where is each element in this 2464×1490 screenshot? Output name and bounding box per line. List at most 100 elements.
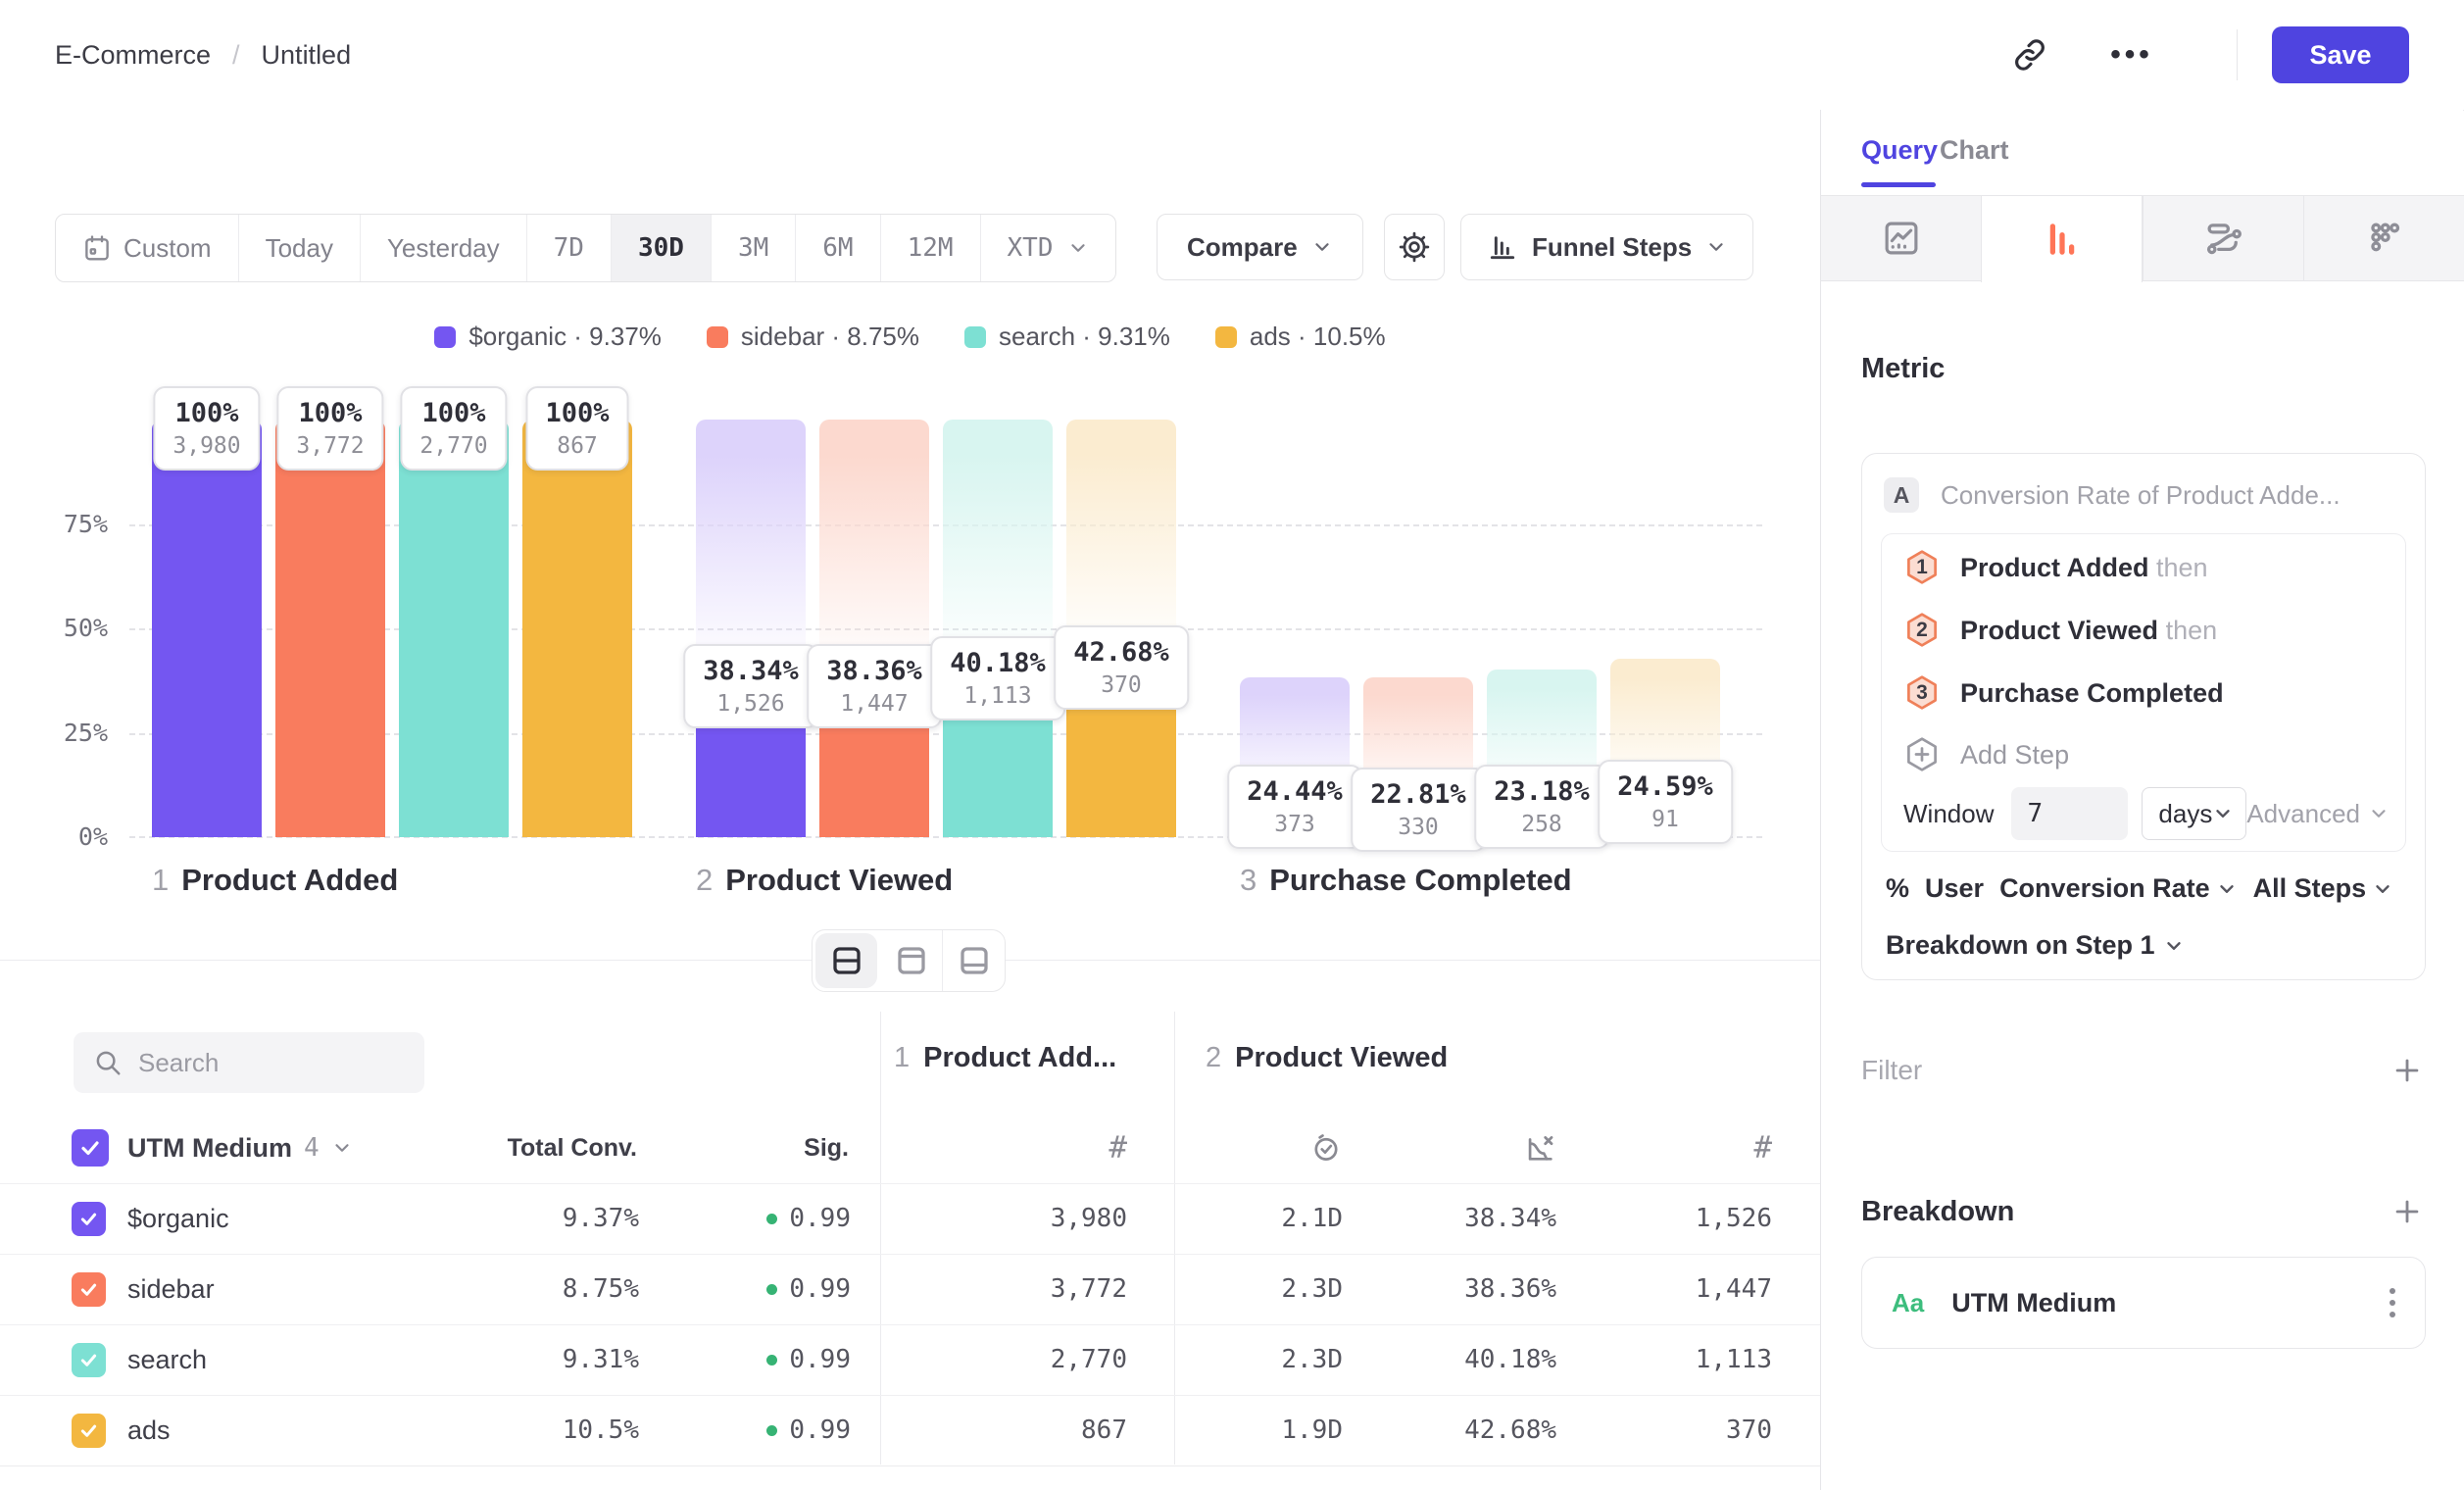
tab-query[interactable]: Query (1861, 135, 1938, 166)
breakdown-column-header[interactable]: UTM Medium 4 (127, 1127, 353, 1168)
total-conv-column-header[interactable]: Total Conv. (421, 1127, 637, 1168)
table-step2-group-header: 2 Product Viewed (1206, 1042, 1448, 1074)
range-12m[interactable]: 12M (881, 215, 981, 281)
add-filter-button[interactable] (2390, 1054, 2424, 1087)
range-xtd[interactable]: XTD (981, 215, 1115, 281)
sig-dot (766, 1425, 777, 1436)
measure-symbol[interactable]: % (1886, 873, 1909, 904)
window-unit-select[interactable]: days (2142, 787, 2246, 840)
funnel-bar[interactable] (522, 420, 632, 837)
legend-item[interactable]: search · 9.31% (964, 322, 1170, 352)
select-all-checkbox[interactable] (72, 1127, 109, 1168)
funnel-step-item[interactable]: 2 Product Viewed then (1903, 599, 2217, 662)
bar-value-label: 100%3,772 (276, 386, 383, 471)
breadcrumb-page-title[interactable]: Untitled (262, 40, 352, 71)
range-custom[interactable]: Custom (56, 215, 239, 281)
funnel-step-label: 2Product Viewed (696, 863, 953, 898)
row-total-conv: 8.75% (431, 1255, 639, 1324)
range-today[interactable]: Today (239, 215, 361, 281)
funnel-bar[interactable] (152, 420, 262, 837)
row-name[interactable]: sidebar (127, 1255, 215, 1324)
legend-item[interactable]: ads · 10.5% (1215, 322, 1386, 352)
row-sig: 0.99 (627, 1325, 851, 1395)
avg-time-column-header[interactable] (1245, 1127, 1343, 1168)
bar-value-label: 23.18%258 (1474, 765, 1609, 849)
layout-table-only-icon (957, 943, 992, 978)
funnel-bar[interactable] (399, 420, 509, 837)
breakdown-on-dropdown[interactable]: Breakdown on Step 1 (1886, 930, 2185, 961)
row-name[interactable]: $organic (127, 1184, 229, 1254)
row-step2-count: 1,113 (1566, 1325, 1772, 1395)
funnel-step-item[interactable]: 3 Purchase Completed (1903, 662, 2224, 724)
bar-value-label: 40.18%1,113 (930, 636, 1065, 720)
funnel-steps-card: 1 Product Added then 2 Product Viewed th… (1881, 533, 2406, 852)
layout-toggle-split[interactable] (815, 933, 877, 988)
legend-swatch (964, 326, 986, 348)
funnel-step-label: 1Product Added (152, 863, 398, 898)
range-7d[interactable]: 7D (527, 215, 612, 281)
add-step-button[interactable]: Add Step (1903, 728, 2069, 781)
hexagon-plus-icon (1903, 735, 1941, 774)
chart-settings-button[interactable] (1384, 214, 1445, 280)
row-avg-time: 2.3D (1137, 1255, 1343, 1324)
report-type-funnels[interactable] (1981, 196, 2143, 282)
step2-count-column-header[interactable]: # (1674, 1127, 1772, 1168)
breakdown-section: Breakdown (1861, 1188, 2424, 1235)
breadcrumb-project[interactable]: E-Commerce (55, 40, 211, 71)
layout-toggle-chart-only[interactable] (880, 930, 942, 991)
table-search-input[interactable]: Search (74, 1032, 424, 1093)
kebab-menu-icon[interactable] (2390, 1288, 2395, 1317)
row-conv-rate: 40.18% (1351, 1325, 1556, 1395)
breakdown-item[interactable]: Aa UTM Medium (1861, 1257, 2426, 1349)
row-name[interactable]: search (127, 1325, 207, 1395)
report-type-flows[interactable] (2143, 196, 2303, 280)
advanced-toggle[interactable]: Advanced (2246, 799, 2390, 829)
add-breakdown-button[interactable] (2390, 1195, 2424, 1228)
filter-section: Filter (1861, 1049, 2424, 1092)
metric-series-row[interactable]: A Conversion Rate of Product Adde... (1884, 477, 2341, 513)
step1-count-column-header[interactable]: # (1029, 1127, 1127, 1168)
series-title: Conversion Rate of Product Adde... (1941, 480, 2341, 511)
row-conv-rate: 42.68% (1351, 1396, 1556, 1465)
step-number-hexagon: 3 (1903, 673, 1941, 713)
y-axis-tick: 0% (29, 822, 108, 851)
bar-value-label: 42.68%370 (1054, 625, 1189, 710)
step-number-hexagon: 1 (1903, 548, 1941, 587)
measure-entity[interactable]: User (1925, 873, 1984, 904)
window-value-input[interactable]: 7 (2011, 787, 2128, 840)
row-checkbox[interactable] (72, 1343, 106, 1377)
chart-type-selector[interactable]: Funnel Steps (1460, 214, 1753, 280)
copy-link-button[interactable] (2003, 30, 2056, 79)
report-type-insights[interactable] (1821, 196, 1981, 280)
row-avg-time: 2.3D (1137, 1325, 1343, 1395)
row-checkbox[interactable] (72, 1202, 106, 1236)
conv-rate-column-header[interactable] (1458, 1127, 1556, 1168)
range-3m[interactable]: 3M (712, 215, 796, 281)
row-sig: 0.99 (627, 1184, 851, 1254)
row-total-conv: 9.31% (431, 1325, 639, 1395)
measure-metric-dropdown[interactable]: Conversion Rate (1999, 873, 2238, 904)
range-6m[interactable]: 6M (796, 215, 880, 281)
table-row: $organic 9.37% 0.99 3,980 2.1D 38.34% 1,… (0, 1184, 1820, 1255)
sig-column-header[interactable]: Sig. (629, 1127, 849, 1168)
save-button[interactable]: Save (2272, 26, 2409, 83)
layout-toggle-table-only[interactable] (942, 930, 1005, 991)
row-name[interactable]: ads (127, 1396, 171, 1465)
more-options-button[interactable]: ••• (2105, 30, 2158, 79)
chevron-down-icon (331, 1137, 353, 1159)
funnel-bar[interactable] (275, 420, 385, 837)
row-checkbox[interactable] (72, 1414, 106, 1448)
measure-scope-dropdown[interactable]: All Steps (2253, 873, 2394, 904)
tab-chart[interactable]: Chart (1940, 135, 2009, 166)
hash-icon: # (1753, 1130, 1772, 1166)
compare-button[interactable]: Compare (1157, 214, 1363, 280)
report-type-retention[interactable] (2303, 196, 2464, 280)
row-checkbox[interactable] (72, 1272, 106, 1307)
range-30d[interactable]: 30D (612, 215, 712, 281)
funnel-step-item[interactable]: 1 Product Added then (1903, 536, 2208, 599)
legend-item[interactable]: sidebar · 8.75% (707, 322, 919, 352)
layout-chart-only-icon (894, 943, 929, 978)
legend-item[interactable]: $organic · 9.37% (434, 322, 662, 352)
range-yesterday[interactable]: Yesterday (361, 215, 527, 281)
conversion-window-row: Window 7 days Advanced (1903, 785, 2390, 842)
